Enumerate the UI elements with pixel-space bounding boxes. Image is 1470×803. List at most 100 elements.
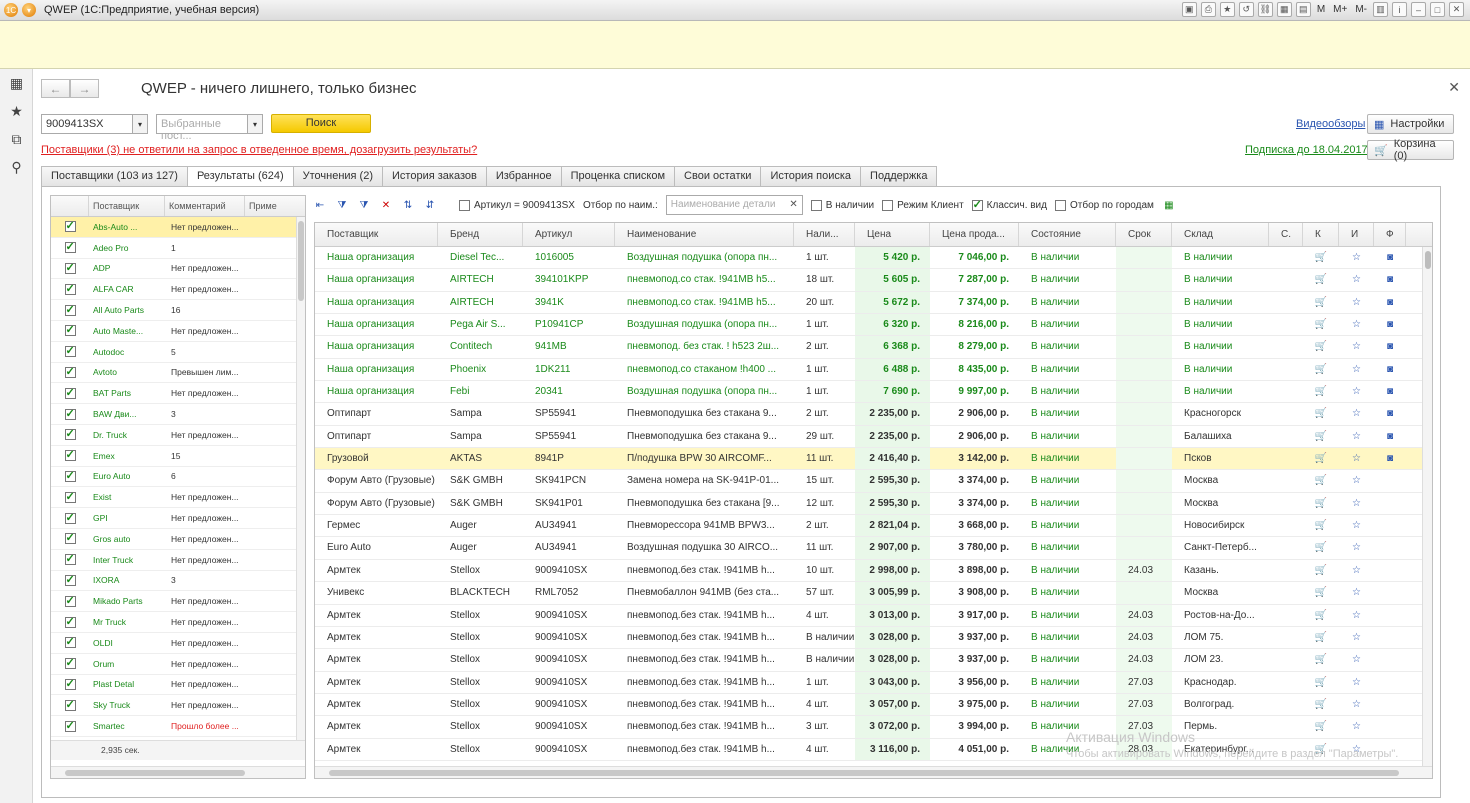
back-arrow-icon[interactable]: ⇤ bbox=[313, 198, 327, 212]
suppliers-select[interactable]: Выбранные пост... bbox=[156, 114, 249, 142]
camera-icon[interactable]: ◙ bbox=[1374, 269, 1406, 290]
supplier-row[interactable]: BAT Parts Нет предложен... bbox=[51, 383, 305, 405]
sort-desc-icon[interactable]: ⇵ bbox=[423, 198, 437, 212]
star-icon[interactable]: ☆ bbox=[1339, 649, 1374, 670]
supplier-row[interactable]: Plast Detal Нет предложен... bbox=[51, 675, 305, 696]
checkbox[interactable] bbox=[882, 199, 894, 211]
star-icon[interactable]: ☆ bbox=[1339, 672, 1374, 693]
result-row[interactable]: Наша организация Diesel Tec... 1016005 Возд… bbox=[315, 247, 1432, 270]
add-to-cart-icon[interactable]: 🛒 bbox=[1303, 560, 1339, 581]
star-icon[interactable]: ☆ bbox=[1339, 448, 1374, 469]
settings-button[interactable]: ▦ Настройки bbox=[1367, 114, 1454, 134]
checkbox[interactable] bbox=[64, 698, 76, 711]
add-to-cart-icon[interactable]: 🛒 bbox=[1303, 672, 1339, 693]
supplier-row[interactable]: OLDI Нет предложен... bbox=[51, 633, 305, 654]
panels-icon[interactable]: ▥ bbox=[1373, 2, 1388, 17]
video-reviews-link[interactable]: Видеообзоры bbox=[1296, 118, 1365, 130]
checkbox[interactable] bbox=[64, 407, 76, 420]
col-brand[interactable]: Бренд bbox=[438, 223, 523, 246]
reload-warning-link[interactable]: Поставщики (3) не ответили на запрос в о… bbox=[41, 144, 477, 156]
result-row[interactable]: Оптипарт Sampa SP55941 Пневмоподушка без ст… bbox=[315, 425, 1432, 449]
supplier-row[interactable]: Mikado Parts Нет предложен... bbox=[51, 591, 305, 613]
favorites-star-icon[interactable]: ★ bbox=[0, 97, 33, 125]
back-button[interactable]: ← bbox=[41, 79, 70, 98]
favorite-icon[interactable]: ★ bbox=[1219, 2, 1235, 17]
camera-icon[interactable]: ◙ bbox=[1374, 403, 1406, 424]
supplier-row[interactable]: GPI Нет предложен... bbox=[51, 508, 305, 529]
city-filter-checkbox[interactable]: Отбор по городам bbox=[1054, 199, 1154, 211]
note-column-header[interactable]: Приме bbox=[245, 196, 297, 216]
tab-own-stock[interactable]: Свои остатки bbox=[674, 166, 762, 186]
add-to-cart-icon[interactable]: 🛒 bbox=[1303, 359, 1339, 380]
memory-minus-button[interactable]: M- bbox=[1353, 4, 1369, 15]
checkbox[interactable] bbox=[64, 594, 76, 607]
link-icon[interactable]: ⛓ bbox=[1257, 2, 1273, 17]
print-icon[interactable]: ⎙ bbox=[1200, 2, 1216, 17]
star-icon[interactable]: ☆ bbox=[1339, 247, 1374, 268]
close-window-icon[interactable]: ✕ bbox=[1449, 2, 1464, 17]
supplier-row[interactable]: IXORA 3 bbox=[51, 571, 305, 592]
checkbox[interactable] bbox=[1054, 199, 1066, 211]
col-cart[interactable]: К bbox=[1303, 223, 1339, 246]
result-row[interactable]: Наша организация Febi 20341 Воздушная подуш… bbox=[315, 381, 1432, 404]
col-qty[interactable]: Нали... bbox=[794, 223, 855, 246]
star-icon[interactable]: ☆ bbox=[1339, 694, 1374, 715]
sort-asc-icon[interactable]: ⇅ bbox=[401, 198, 415, 212]
result-row[interactable]: Форум Авто (Грузовые) S&K GMBH SK941PCN Зам… bbox=[315, 470, 1432, 493]
add-to-cart-icon[interactable]: 🛒 bbox=[1303, 627, 1339, 648]
article-filter-checkbox[interactable]: Артикул = 9009413SX bbox=[459, 199, 575, 211]
supplier-row[interactable]: Adeo Pro 1 bbox=[51, 238, 305, 259]
supplier-row[interactable]: BAW Дви... 3 bbox=[51, 404, 305, 425]
checkbox[interactable] bbox=[64, 511, 76, 524]
add-to-cart-icon[interactable]: 🛒 bbox=[1303, 314, 1339, 335]
col-price[interactable]: Цена bbox=[855, 223, 930, 246]
result-row[interactable]: Наша организация Pega Air S... P10941CP Воз… bbox=[315, 314, 1432, 337]
checkbox[interactable] bbox=[64, 531, 76, 545]
checkbox[interactable] bbox=[64, 448, 76, 462]
camera-icon[interactable]: ◙ bbox=[1374, 448, 1406, 469]
checkbox[interactable] bbox=[64, 469, 76, 482]
result-row[interactable]: Армтек Stellox 9009410SX пневмопод.без стак… bbox=[315, 649, 1432, 672]
star-icon[interactable]: ☆ bbox=[1339, 336, 1374, 357]
camera-icon[interactable]: ◙ bbox=[1374, 247, 1406, 268]
checkbox[interactable] bbox=[64, 677, 76, 690]
supplier-row[interactable]: ADP Нет предложен... bbox=[51, 259, 305, 280]
forward-button[interactable]: → bbox=[70, 79, 99, 98]
camera-icon[interactable]: ◙ bbox=[1374, 359, 1406, 380]
checkbox[interactable] bbox=[64, 365, 76, 378]
checkbox[interactable] bbox=[64, 219, 76, 233]
star-icon[interactable]: ☆ bbox=[1339, 314, 1374, 335]
checkbox[interactable] bbox=[64, 386, 76, 399]
supplier-row[interactable]: Inter Truck Нет предложен... bbox=[51, 550, 305, 571]
supplier-row[interactable]: Autodoc 5 bbox=[51, 342, 305, 363]
result-row[interactable]: Армтек Stellox 9009410SX пневмопод.без стак… bbox=[315, 671, 1432, 694]
client-mode-checkbox[interactable]: Режим Клиент bbox=[882, 199, 964, 211]
search-icon[interactable]: ⚲ bbox=[0, 153, 33, 181]
checkbox[interactable] bbox=[64, 719, 76, 732]
scroll-thumb[interactable] bbox=[1425, 251, 1431, 269]
result-row[interactable]: Форум Авто (Грузовые) S&K GMBH SK941P01 Пне… bbox=[315, 492, 1432, 516]
result-row[interactable]: Армтек Stellox 9009410SX пневмопод.без стак… bbox=[315, 626, 1432, 650]
tab-suppliers[interactable]: Поставщики (103 из 127) bbox=[41, 166, 188, 186]
supplier-row[interactable]: Smartec Прошло более ... bbox=[51, 716, 305, 737]
camera-icon[interactable]: ◙ bbox=[1374, 336, 1406, 357]
menu-dropdown-icon[interactable]: ▾ bbox=[22, 3, 36, 17]
star-icon[interactable]: ☆ bbox=[1339, 470, 1374, 491]
apps-grid-icon[interactable]: ▦ bbox=[0, 69, 33, 97]
camera-icon[interactable]: ◙ bbox=[1374, 314, 1406, 335]
star-icon[interactable]: ☆ bbox=[1339, 582, 1374, 603]
checkbox[interactable] bbox=[64, 282, 76, 295]
scroll-thumb[interactable] bbox=[298, 221, 304, 301]
checkbox[interactable] bbox=[64, 240, 76, 254]
tab-list-pricing[interactable]: Проценка списком bbox=[560, 166, 676, 186]
checkbox[interactable] bbox=[459, 199, 470, 211]
result-row[interactable]: Грузовой AKTAS 8941P П/подушка BPW 30 AIRCO… bbox=[315, 448, 1432, 471]
star-icon[interactable]: ☆ bbox=[1339, 560, 1374, 581]
memory-button[interactable]: M bbox=[1315, 4, 1327, 15]
supplier-list-hscroll[interactable] bbox=[51, 766, 305, 778]
star-icon[interactable]: ☆ bbox=[1339, 269, 1374, 290]
supplier-column-header[interactable]: Поставщик bbox=[89, 196, 165, 216]
add-to-cart-icon[interactable]: 🛒 bbox=[1303, 493, 1339, 514]
col-sale-price[interactable]: Цена прода... bbox=[930, 223, 1019, 246]
comment-column-header[interactable]: Комментарий bbox=[165, 196, 245, 216]
